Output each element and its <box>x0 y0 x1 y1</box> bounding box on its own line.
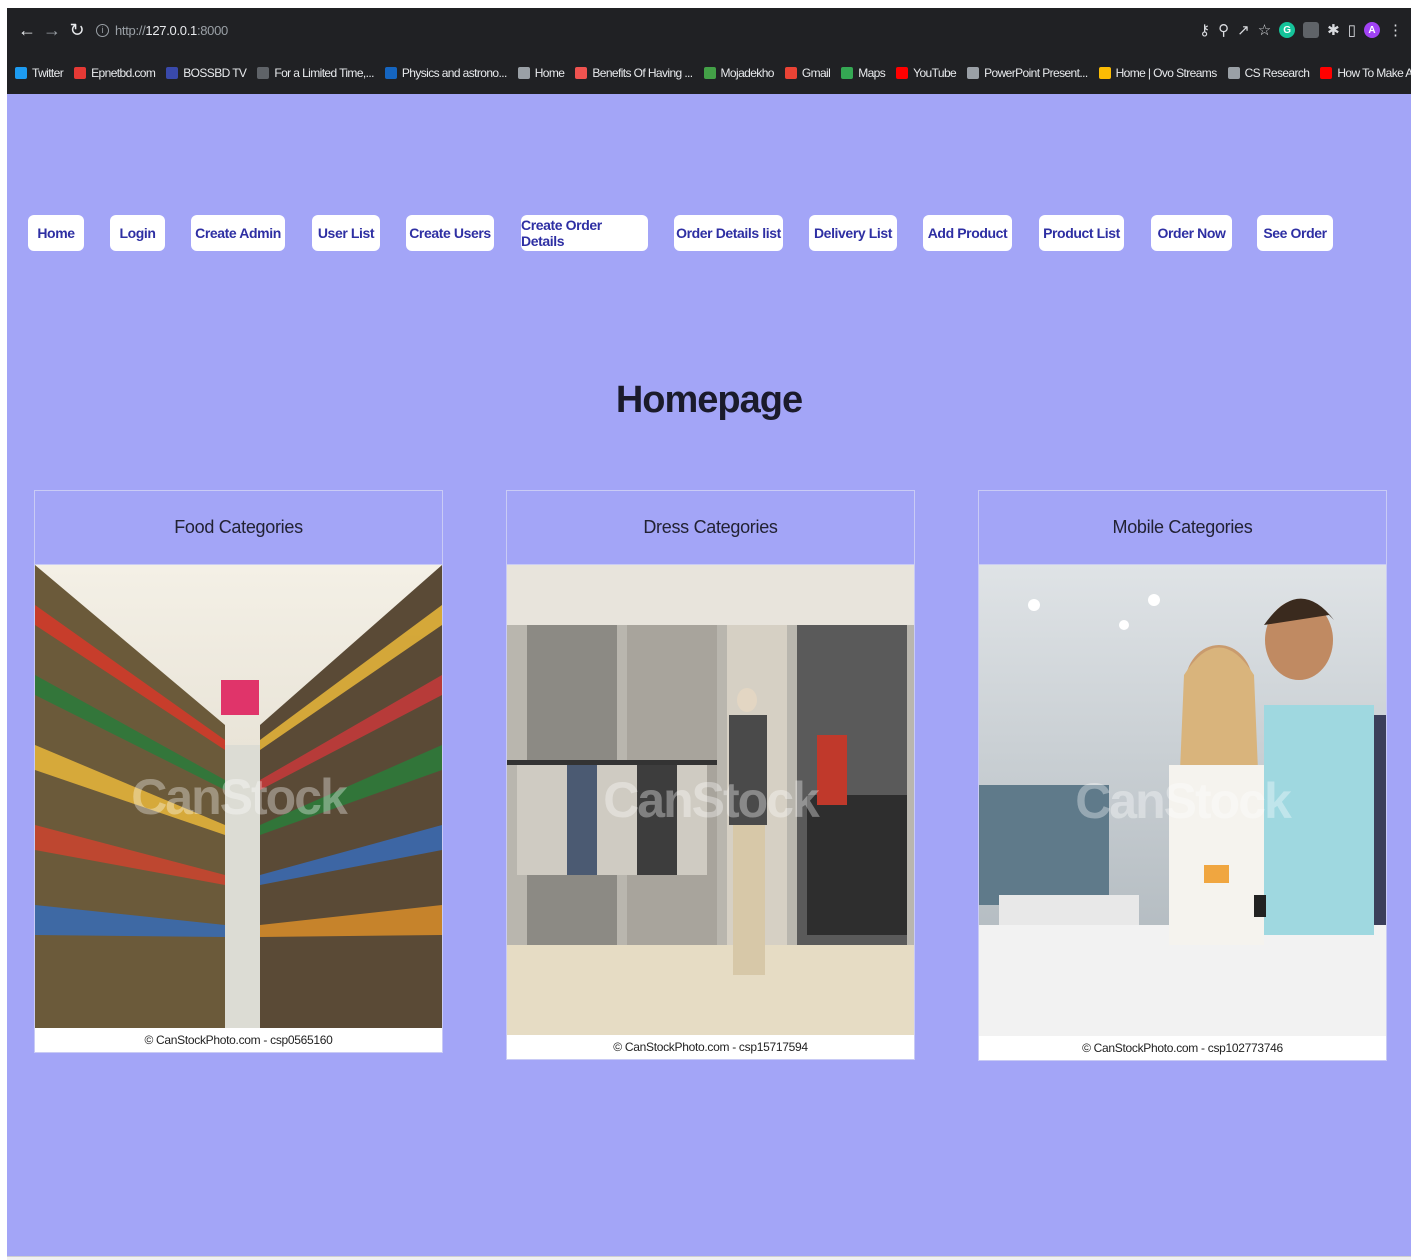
bookmark-item[interactable]: Mojadekho <box>703 66 775 80</box>
nav-product-list-button[interactable]: Product List <box>1039 215 1124 251</box>
top-nav: Home Login Create Admin User List Create Use… <box>7 215 1411 251</box>
bookmark-label: PowerPoint Present... <box>984 66 1088 80</box>
menu-icon[interactable]: ⋮ <box>1388 21 1403 39</box>
address-bar[interactable]: i http://127.0.0.1:8000 <box>96 23 228 38</box>
nav-home-button[interactable]: Home <box>28 215 84 251</box>
bookmark-item[interactable]: Home <box>517 66 565 80</box>
bookmark-favicon-icon <box>784 67 797 79</box>
card-title: Food Categories <box>35 491 442 565</box>
bookmark-item[interactable]: Maps <box>841 66 886 80</box>
bookmark-label: Mojadekho <box>720 66 775 80</box>
extension-icon[interactable] <box>1303 22 1320 38</box>
bookmark-item[interactable]: How To Make Anim... <box>1320 66 1411 80</box>
page-title: Homepage <box>615 379 803 421</box>
bookmark-label: For a Limited Time,... <box>274 66 374 80</box>
bookmark-favicon-icon <box>384 67 397 79</box>
bookmark-label: Gmail <box>801 66 831 80</box>
bookmark-item[interactable]: Home | Ovo Streams <box>1098 66 1218 80</box>
bookmark-item[interactable]: YouTube <box>896 66 957 80</box>
star-icon[interactable]: ☆ <box>1258 21 1271 39</box>
nav-order-now-button[interactable]: Order Now <box>1151 215 1232 251</box>
bookmark-label: Home <box>534 66 565 80</box>
forward-icon[interactable]: → <box>40 18 64 42</box>
bookmark-favicon-icon <box>703 67 716 79</box>
mobile-image[interactable]: CanStock <box>979 565 1386 1036</box>
url-scheme: http:// <box>115 22 146 38</box>
toolbar-icons: ⚷ ⚲ ↗ ☆ G ✱ ▯ A ⋮ <box>1199 21 1403 39</box>
site-info-icon[interactable]: i <box>96 23 109 37</box>
card-title: Mobile Categories <box>979 491 1386 565</box>
nav-order-details-list-button[interactable]: Order Details list <box>674 215 783 251</box>
bookmark-item[interactable]: Physics and astrono... <box>384 66 507 80</box>
watermark-text: CanStock <box>603 772 820 828</box>
back-icon[interactable]: ← <box>15 18 39 42</box>
bookmark-label: Twitter <box>32 66 64 80</box>
bookmark-item[interactable]: PowerPoint Present... <box>967 66 1088 80</box>
bookmark-favicon-icon <box>575 67 588 79</box>
horizontal-scrollbar[interactable] <box>7 1256 1411 1260</box>
profile-avatar[interactable]: A <box>1364 22 1380 38</box>
url-host: 127.0.0.1 <box>145 22 197 38</box>
nav-create-users-button[interactable]: Create Users <box>406 215 494 251</box>
dress-image[interactable]: CanStock <box>507 565 914 1035</box>
bookmark-favicon-icon <box>841 67 854 79</box>
bookmark-item[interactable]: BOSSBD TV <box>166 66 247 80</box>
share-icon[interactable]: ↗ <box>1237 21 1250 39</box>
image-credit: © CanStockPhoto.com - csp102773746 <box>979 1036 1386 1060</box>
bookmark-favicon-icon <box>15 67 27 79</box>
bookmark-favicon-icon <box>1227 67 1240 79</box>
bookmark-label: Physics and astrono... <box>401 66 507 80</box>
nav-user-list-button[interactable]: User List <box>312 215 380 251</box>
watermark-text: CanStock <box>131 768 348 825</box>
bookmark-favicon-icon <box>74 67 87 79</box>
nav-see-order-button[interactable]: See Order <box>1257 215 1333 251</box>
bookmark-label: YouTube <box>913 66 957 80</box>
category-card-dress[interactable]: Dress Categories CanStock © CanStockPhot… <box>506 490 915 1060</box>
bookmark-favicon-icon <box>1320 67 1333 79</box>
key-icon[interactable]: ⚷ <box>1199 21 1210 39</box>
nav-login-button[interactable]: Login <box>110 215 165 251</box>
category-card-mobile[interactable]: Mobile Categories CanStock © CanStockPho… <box>978 490 1387 1061</box>
bookmark-favicon-icon <box>967 67 980 79</box>
address-bar-row: ← → ↻ i http://127.0.0.1:8000 ⚷ ⚲ ↗ ☆ G … <box>7 8 1411 52</box>
bookmark-label: Home | Ovo Streams <box>1115 66 1218 80</box>
image-credit: © CanStockPhoto.com - csp0565160 <box>35 1028 442 1052</box>
image-credit: © CanStockPhoto.com - csp15717594 <box>507 1035 914 1059</box>
url-port: :8000 <box>196 22 228 38</box>
bookmark-label: How To Make Anim... <box>1337 66 1411 80</box>
bookmark-favicon-icon <box>257 67 270 79</box>
bookmarks-bar: Twitter Epnetbd.com BOSSBD TV For a Limited… <box>7 52 1411 94</box>
page-body: Home Login Create Admin User List Create Use… <box>7 94 1411 1256</box>
nav-delivery-list-button[interactable]: Delivery List <box>809 215 897 251</box>
puzzle-icon[interactable]: ✱ <box>1327 21 1340 39</box>
zoom-icon[interactable]: ⚲ <box>1218 21 1229 39</box>
bookmark-item[interactable]: Epnetbd.com <box>74 66 156 80</box>
bookmark-item[interactable]: Benefits Of Having ... <box>575 66 693 80</box>
food-image[interactable]: CanStock <box>35 565 442 1028</box>
bookmark-label: Benefits Of Having ... <box>592 66 693 80</box>
category-card-food[interactable]: Food Categories CanStock © CanStockPhoto… <box>34 490 443 1053</box>
bookmark-favicon-icon <box>517 67 530 79</box>
bookmark-label: Maps <box>858 66 886 80</box>
nav-create-admin-button[interactable]: Create Admin <box>191 215 285 251</box>
watermark-text: CanStock <box>1075 772 1292 829</box>
bookmark-label: Epnetbd.com <box>91 66 156 80</box>
bookmark-favicon-icon <box>166 67 179 79</box>
bookmark-item[interactable]: For a Limited Time,... <box>257 66 374 80</box>
card-title: Dress Categories <box>507 491 914 565</box>
bookmark-favicon-icon <box>896 67 909 79</box>
bookmark-label: BOSSBD TV <box>183 66 247 80</box>
nav-add-product-button[interactable]: Add Product <box>923 215 1012 251</box>
grammarly-icon[interactable]: G <box>1279 22 1296 38</box>
sidepanel-icon[interactable]: ▯ <box>1348 21 1356 39</box>
bookmark-item[interactable]: CS Research <box>1227 66 1310 80</box>
bookmark-label: CS Research <box>1244 66 1310 80</box>
bookmark-favicon-icon <box>1098 67 1111 79</box>
nav-create-order-details-button[interactable]: Create Order Details <box>521 215 648 251</box>
bookmark-item[interactable]: Twitter <box>15 66 64 80</box>
bookmark-item[interactable]: Gmail <box>784 66 831 80</box>
reload-icon[interactable]: ↻ <box>65 18 89 42</box>
browser-chrome: ← → ↻ i http://127.0.0.1:8000 ⚷ ⚲ ↗ ☆ G … <box>7 8 1411 94</box>
